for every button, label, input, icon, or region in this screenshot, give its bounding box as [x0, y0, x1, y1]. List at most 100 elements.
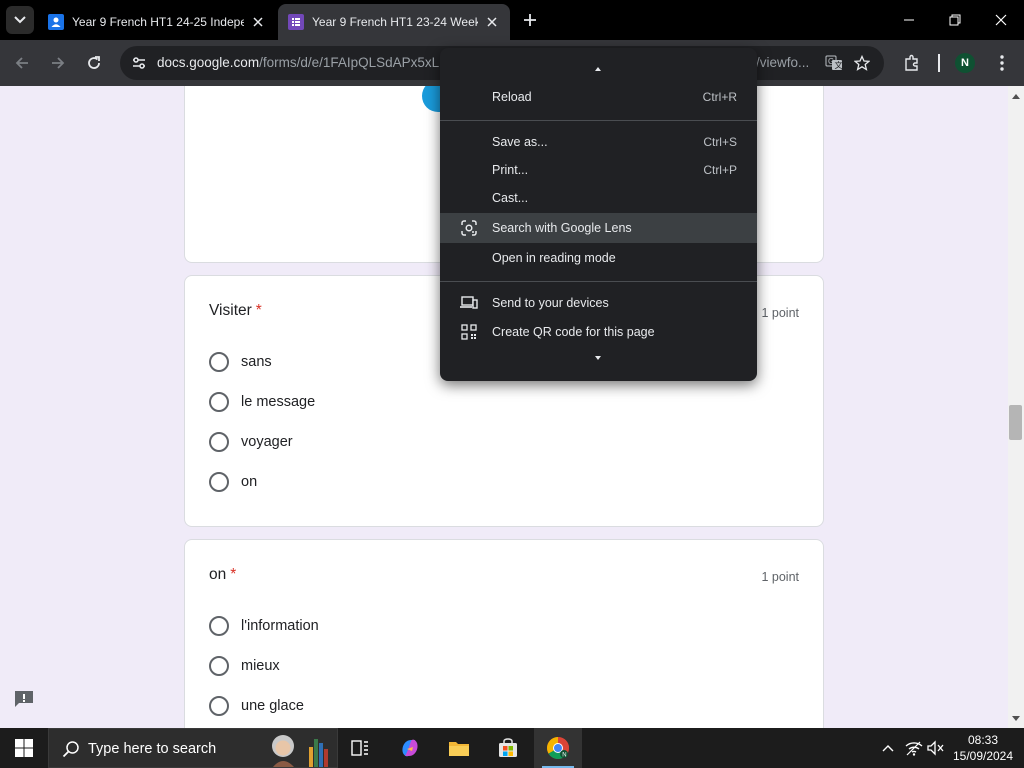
close-icon: [995, 14, 1007, 26]
windows-logo-icon: [15, 739, 33, 757]
feedback-icon: [15, 691, 33, 707]
network-button[interactable]: [904, 738, 924, 758]
microsoft-store-button[interactable]: [484, 728, 532, 768]
search-highlight-illustration: [267, 731, 331, 767]
taskbar-clock[interactable]: 08:33 15/09/2024: [948, 732, 1018, 764]
menu-item-print[interactable]: Print... Ctrl+P: [440, 155, 757, 185]
menu-separator: [440, 120, 757, 121]
menu-scroll-down-arrow[interactable]: [590, 353, 606, 363]
clock-date: 15/09/2024: [952, 749, 1014, 763]
taskbar: Type here to search N 08:33 15/09/2024: [0, 728, 1024, 768]
chrome-menu-button[interactable]: [988, 49, 1016, 77]
arrow-left-icon: [15, 57, 28, 69]
puzzle-icon: [905, 54, 918, 71]
translate-icon: G文: [825, 55, 843, 70]
shortcut-label: Ctrl+S: [703, 135, 737, 149]
radio-option[interactable]: on: [209, 472, 257, 492]
menu-item-cast[interactable]: Cast...: [440, 183, 757, 213]
plus-icon: [524, 14, 536, 26]
menu-item-create-qr-code[interactable]: Create QR code for this page: [440, 317, 757, 347]
menu-item-save-as[interactable]: Save as... Ctrl+S: [440, 127, 757, 157]
taskbar-search-box[interactable]: Type here to search: [48, 728, 338, 768]
radio-option[interactable]: le message: [209, 392, 315, 412]
chevron-up-icon: [882, 745, 894, 752]
task-view-button[interactable]: [336, 728, 384, 768]
option-label: l'information: [241, 618, 319, 634]
new-tab-button[interactable]: [518, 8, 542, 32]
menu-item-search-with-google-lens[interactable]: Search with Google Lens: [440, 213, 757, 243]
scroll-up-arrow[interactable]: [1008, 88, 1024, 104]
start-button[interactable]: [0, 728, 48, 768]
radio-button[interactable]: [209, 616, 229, 636]
chrome-icon: N: [547, 737, 569, 759]
tab-week-1-form[interactable]: Year 9 French HT1 23-24 Week 1: [278, 4, 510, 40]
show-hidden-icons-button[interactable]: [878, 738, 898, 758]
profile-avatar[interactable]: N: [955, 53, 975, 73]
radio-option[interactable]: sans: [209, 352, 272, 372]
option-label: voyager: [241, 434, 293, 450]
radio-button[interactable]: [209, 472, 229, 492]
translate-button[interactable]: G文: [820, 49, 848, 77]
tab-search-button[interactable]: [6, 6, 34, 34]
volume-button[interactable]: [926, 738, 946, 758]
option-label: une glace: [241, 698, 304, 714]
close-tab-icon[interactable]: [484, 14, 500, 30]
menu-scroll-up-arrow[interactable]: [590, 64, 606, 74]
copilot-button[interactable]: [386, 728, 434, 768]
menu-item-label: Print...: [492, 163, 529, 177]
scrollbar-thumb[interactable]: [1009, 405, 1022, 440]
close-tab-icon[interactable]: [250, 14, 266, 30]
radio-button[interactable]: [209, 656, 229, 676]
option-label: sans: [241, 354, 272, 370]
menu-item-label: Send to your devices: [492, 296, 609, 310]
radio-button[interactable]: [209, 432, 229, 452]
radio-button[interactable]: [209, 696, 229, 716]
search-icon: [61, 739, 81, 759]
radio-option[interactable]: voyager: [209, 432, 293, 452]
option-label: mieux: [241, 658, 280, 674]
scroll-down-arrow[interactable]: [1008, 711, 1024, 727]
shortcut-label: Ctrl+R: [702, 90, 737, 104]
restore-icon: [949, 14, 961, 26]
forms-icon: [288, 14, 304, 30]
minimize-button[interactable]: [886, 0, 932, 40]
radio-option[interactable]: l'information: [209, 616, 319, 636]
required-asterisk: *: [255, 302, 262, 319]
svg-text:文: 文: [835, 60, 843, 70]
option-label: le message: [241, 394, 316, 410]
back-button[interactable]: [8, 49, 36, 77]
close-window-button[interactable]: [978, 0, 1024, 40]
menu-item-label: Reload: [492, 90, 532, 104]
reload-button[interactable]: [80, 49, 108, 77]
context-menu: Reload Ctrl+R Save as... Ctrl+S Print...…: [440, 48, 757, 381]
file-explorer-button[interactable]: [435, 728, 483, 768]
restore-button[interactable]: [932, 0, 978, 40]
question-title: Visiter *: [209, 302, 262, 319]
tab-title: Year 9 French HT1 24-25 Indepe: [72, 15, 244, 29]
question-card-on: on * 1 point l'information mieux une glac…: [184, 539, 824, 728]
extensions-button[interactable]: [898, 49, 926, 77]
classroom-icon: [48, 14, 64, 30]
bookmark-button[interactable]: [848, 49, 876, 77]
menu-item-label: Search with Google Lens: [492, 221, 632, 235]
site-info-icon[interactable]: [128, 52, 150, 74]
radio-button[interactable]: [209, 392, 229, 412]
radio-option[interactable]: mieux: [209, 656, 280, 676]
menu-item-reload[interactable]: Reload Ctrl+R: [440, 82, 757, 112]
menu-item-send-to-your-devices[interactable]: Send to your devices: [440, 288, 757, 318]
volume-muted-icon: [927, 740, 944, 756]
clock-time: 08:33: [967, 733, 999, 747]
chrome-taskbar-button[interactable]: N: [534, 728, 582, 768]
url-text: docs.google.com/forms/d/e/1FAIpQLSdAPx5x…: [157, 55, 439, 70]
menu-item-label: Create QR code for this page: [492, 325, 655, 339]
radio-button[interactable]: [209, 352, 229, 372]
menu-separator: [440, 281, 757, 282]
menu-item-open-in-reading-mode[interactable]: Open in reading mode: [440, 243, 757, 273]
tab-independent-study[interactable]: Year 9 French HT1 24-25 Indepe: [38, 4, 276, 40]
radio-option[interactable]: une glace: [209, 696, 304, 716]
menu-item-label: Open in reading mode: [492, 251, 616, 265]
option-label: on: [241, 474, 258, 490]
menu-item-label: Save as...: [492, 135, 548, 149]
feedback-button[interactable]: [12, 688, 36, 710]
forward-button[interactable]: [44, 49, 72, 77]
